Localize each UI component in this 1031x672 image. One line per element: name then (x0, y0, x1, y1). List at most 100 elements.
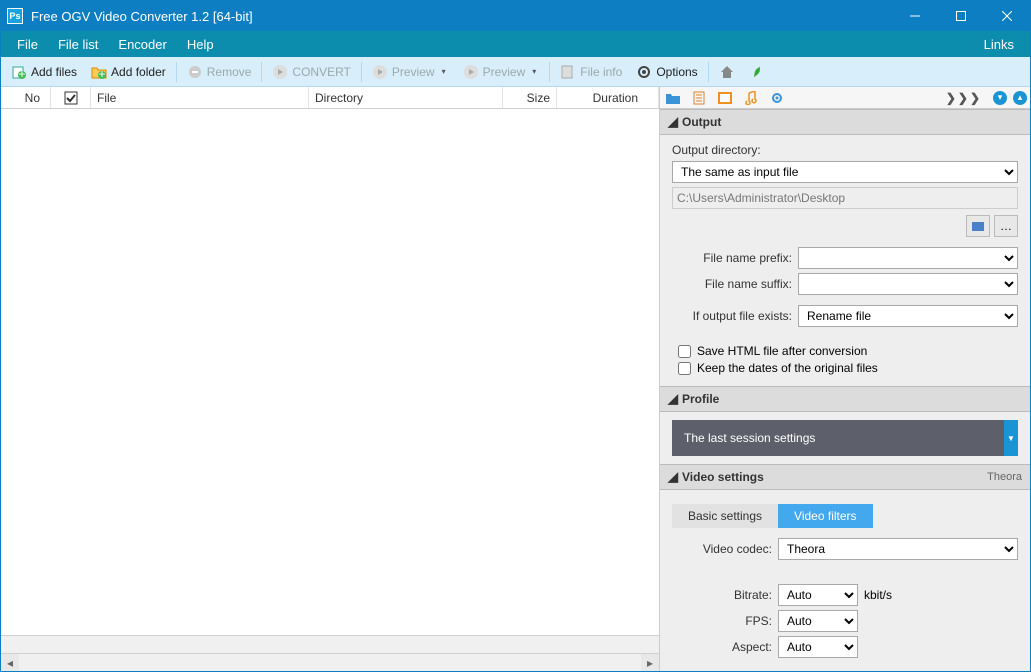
profile-select[interactable]: The last session settings ▼ (672, 420, 1018, 456)
pin-button[interactable] (743, 61, 771, 83)
close-button[interactable] (984, 1, 1030, 31)
convert-button[interactable]: CONVERT (266, 61, 356, 83)
col-file[interactable]: File (91, 87, 309, 108)
fps-label: FPS: (672, 614, 772, 628)
video-codec-badge: Theora (987, 471, 1022, 483)
preview2-button[interactable]: Preview ▾ (457, 61, 546, 83)
tab-video-filters[interactable]: Video filters (778, 504, 872, 528)
collapse-down-icon[interactable]: ▾ (993, 91, 1007, 105)
col-duration[interactable]: Duration (557, 87, 659, 108)
file-list-panel: No File Directory Size Duration ◂ ▸ (1, 87, 660, 671)
tab-doc-icon[interactable] (686, 87, 712, 109)
table-body (1, 109, 659, 635)
bitrate-label: Bitrate: (672, 588, 772, 602)
menu-filelist[interactable]: File list (48, 33, 108, 56)
save-html-checkbox[interactable] (678, 345, 691, 358)
keep-dates-checkbox[interactable] (678, 362, 691, 375)
open-folder-button[interactable] (966, 215, 990, 237)
section-profile-title: Profile (682, 392, 719, 406)
profile-value: The last session settings (672, 431, 1004, 445)
section-output-header[interactable]: ◢ Output (660, 109, 1030, 135)
section-video-title: Video settings (682, 470, 764, 484)
video-codec-select[interactable]: Theora (778, 538, 1018, 560)
section-video-body: Basic settings Video filters Video codec… (660, 490, 1030, 670)
toolbar: + Add files + Add folder Remove CONVERT … (1, 57, 1030, 87)
remove-button[interactable]: Remove (181, 61, 258, 83)
menu-file[interactable]: File (7, 33, 48, 56)
file-info-button[interactable]: File info (554, 61, 628, 83)
tab-audio-icon[interactable] (738, 87, 764, 109)
preview2-label: Preview (483, 65, 526, 79)
add-folder-icon: + (91, 64, 107, 80)
convert-label: CONVERT (292, 65, 350, 79)
section-output-body: Output directory: The same as input file… (660, 135, 1030, 386)
table-header: No File Directory Size Duration (1, 87, 659, 109)
col-checkbox[interactable] (51, 87, 91, 108)
svg-text:+: + (18, 67, 25, 80)
status-strip (1, 635, 659, 653)
tab-video-icon[interactable] (712, 87, 738, 109)
menu-help[interactable]: Help (177, 33, 224, 56)
col-directory[interactable]: Directory (309, 87, 503, 108)
col-no[interactable]: No (1, 87, 51, 108)
keep-dates-label: Keep the dates of the original files (697, 361, 878, 375)
section-output-title: Output (682, 115, 721, 129)
tab-gear-icon[interactable] (764, 87, 790, 109)
suffix-select[interactable] (798, 273, 1018, 295)
tab-folder-icon[interactable] (660, 87, 686, 109)
add-folder-button[interactable]: + Add folder (85, 61, 172, 83)
maximize-button[interactable] (938, 1, 984, 31)
col-size[interactable]: Size (503, 87, 557, 108)
play-icon (463, 64, 479, 80)
aspect-select[interactable]: Auto (778, 636, 858, 658)
remove-label: Remove (207, 65, 252, 79)
add-files-button[interactable]: + Add files (5, 61, 83, 83)
scroll-left-icon[interactable]: ◂ (1, 654, 19, 671)
prefix-select[interactable] (798, 247, 1018, 269)
options-button[interactable]: Options (630, 61, 703, 83)
info-icon (560, 64, 576, 80)
bitrate-unit: kbit/s (864, 588, 892, 602)
prefix-label: File name prefix: (672, 251, 792, 265)
more-arrows-icon[interactable]: ❯❯❯ (938, 91, 990, 105)
chevron-down-icon: ▾ (529, 67, 539, 76)
folder-open-icon (971, 220, 985, 232)
browse-button[interactable]: … (994, 215, 1018, 237)
collapse-up-icon[interactable]: ▴ (1013, 91, 1027, 105)
add-folder-label: Add folder (111, 65, 166, 79)
output-directory-label: Output directory: (672, 143, 1018, 157)
add-files-label: Add files (31, 65, 77, 79)
main-area: No File Directory Size Duration ◂ ▸ ❯❯❯ … (1, 87, 1030, 671)
chevron-down-icon: ▾ (439, 67, 449, 76)
section-video-header[interactable]: ◢ Video settingsTheora (660, 464, 1030, 490)
titlebar: Ps Free OGV Video Converter 1.2 [64-bit] (1, 1, 1030, 31)
ellipsis-icon: … (1000, 219, 1012, 233)
window-controls (892, 1, 1030, 31)
convert-icon (272, 64, 288, 80)
chevron-down-icon: ▼ (1004, 420, 1018, 456)
gear-icon (636, 64, 652, 80)
minimize-button[interactable] (892, 1, 938, 31)
menu-links[interactable]: Links (974, 33, 1024, 56)
menu-encoder[interactable]: Encoder (108, 33, 176, 56)
play-icon (372, 64, 388, 80)
home-icon (719, 64, 735, 80)
file-info-label: File info (580, 65, 622, 79)
settings-tabstrip: ❯❯❯ ▾ ▴ (660, 87, 1030, 109)
exists-label: If output file exists: (672, 309, 792, 323)
aspect-label: Aspect: (672, 640, 772, 654)
check-icon (64, 91, 78, 105)
save-html-label: Save HTML file after conversion (697, 344, 867, 358)
window-title: Free OGV Video Converter 1.2 [64-bit] (31, 9, 892, 24)
fps-select[interactable]: Auto (778, 610, 858, 632)
bitrate-select[interactable]: Auto (778, 584, 858, 606)
output-directory-select[interactable]: The same as input file (672, 161, 1018, 183)
add-files-icon: + (11, 64, 27, 80)
horizontal-scrollbar[interactable]: ◂ ▸ (1, 653, 659, 671)
preview1-button[interactable]: Preview ▾ (366, 61, 455, 83)
exists-select[interactable]: Rename file (798, 305, 1018, 327)
home-button[interactable] (713, 61, 741, 83)
scroll-right-icon[interactable]: ▸ (641, 654, 659, 671)
section-profile-header[interactable]: ◢ Profile (660, 386, 1030, 412)
tab-basic-settings[interactable]: Basic settings (672, 504, 778, 528)
